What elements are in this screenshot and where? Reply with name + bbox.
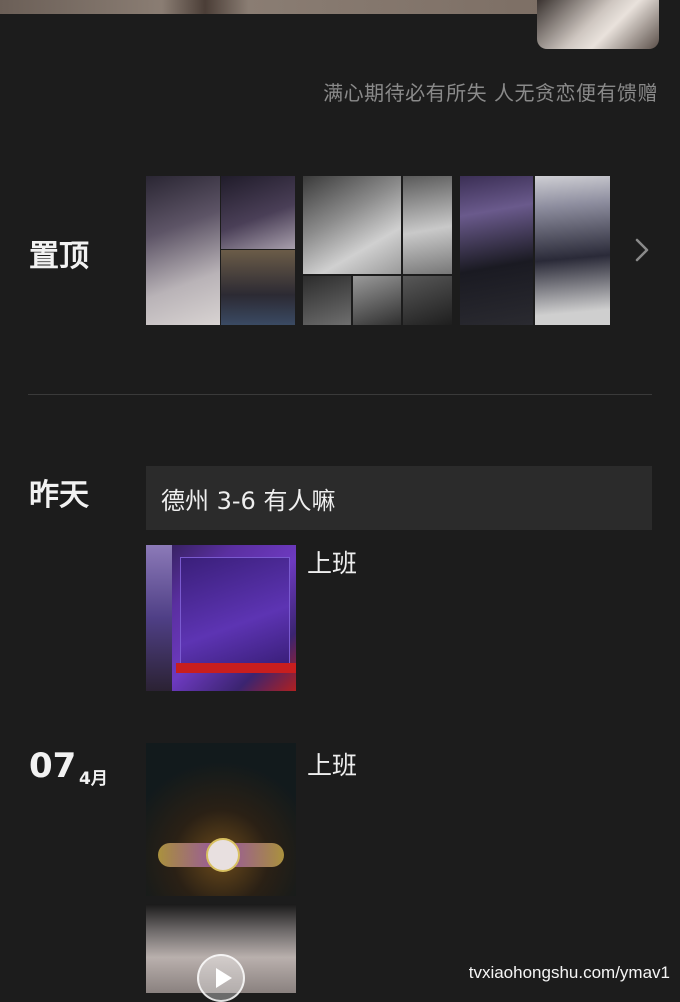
pinned-photo[interactable] <box>403 176 452 274</box>
pinned-photo[interactable] <box>403 276 452 325</box>
watermark: tvxiaohongshu.com/ymav1 <box>468 963 670 982</box>
pinned-photo[interactable] <box>303 276 351 325</box>
pinned-photo[interactable] <box>353 276 401 325</box>
cover-image-strip <box>0 0 540 14</box>
post-caption: 上班 <box>307 549 358 578</box>
pinned-photo[interactable] <box>221 250 295 325</box>
post-caption: 上班 <box>307 751 358 780</box>
pinned-photo[interactable] <box>303 176 401 274</box>
pinned-album-strip[interactable] <box>146 176 610 325</box>
chevron-right-icon[interactable] <box>632 235 652 265</box>
pinned-label: 置顶 <box>29 239 89 274</box>
text-post-content: 德州 3-6 有人嘛 <box>161 487 336 515</box>
pinned-photo[interactable] <box>460 176 533 325</box>
yesterday-label: 昨天 <box>29 478 89 513</box>
play-icon[interactable] <box>197 954 245 1002</box>
pinned-photo[interactable] <box>535 176 610 325</box>
text-post[interactable]: 德州 3-6 有人嘛 <box>146 466 652 530</box>
date-month: 4月 <box>79 769 108 789</box>
cover-thumbnail[interactable] <box>537 0 659 49</box>
post-photo-thumbnail[interactable] <box>146 743 296 896</box>
post-photo-thumbnail[interactable] <box>146 545 296 691</box>
profile-signature: 满心期待必有所失 人无贪恋便有馈赠 <box>323 81 658 105</box>
pinned-photo[interactable] <box>146 176 220 325</box>
section-divider <box>28 394 652 395</box>
date-day: 07 <box>29 746 77 786</box>
pinned-photo[interactable] <box>221 176 295 249</box>
